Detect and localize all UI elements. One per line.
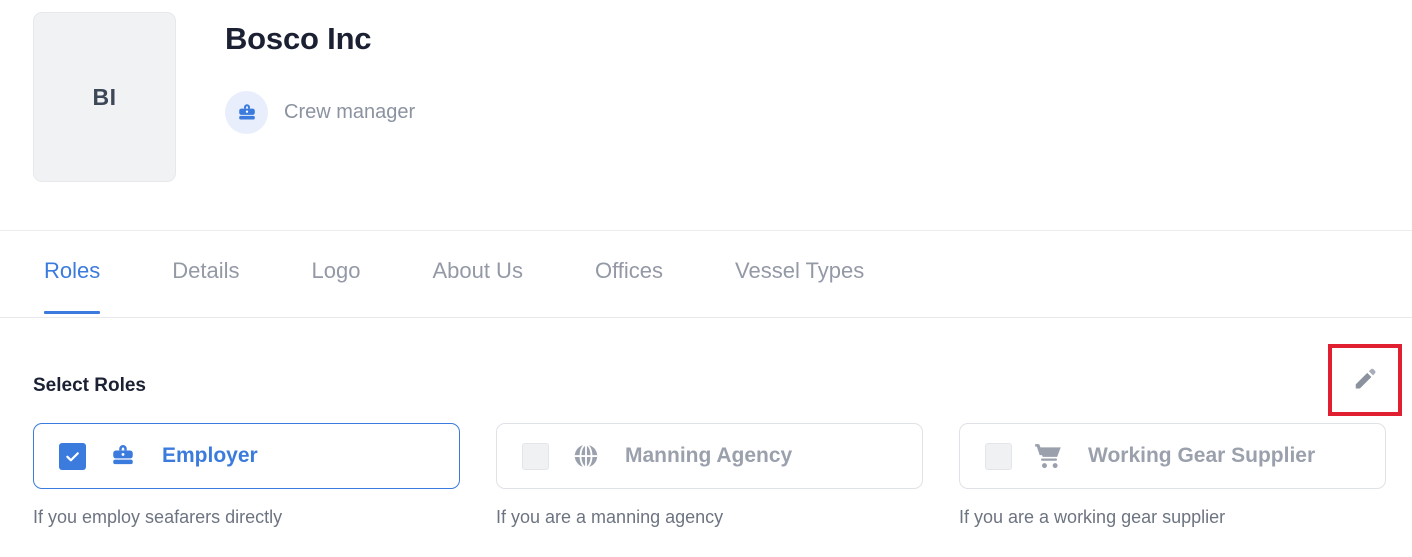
role-card-employer-column: Employer If you employ seafarers directl… bbox=[33, 423, 460, 528]
checkbox-manning-agency[interactable] bbox=[522, 442, 549, 470]
tab-details-label: Details bbox=[172, 258, 240, 283]
roles-panel: Select Roles Employer If you employ seaf… bbox=[0, 318, 1412, 557]
role-card-manning-agency[interactable]: Manning Agency bbox=[496, 423, 923, 489]
avatar: BI bbox=[33, 12, 176, 182]
role-card-employer-label: Employer bbox=[162, 444, 258, 467]
avatar-initials: BI bbox=[92, 83, 117, 110]
role-card-employer[interactable]: Employer bbox=[33, 423, 460, 489]
tab-vessel-types[interactable]: Vessel Types bbox=[735, 231, 864, 317]
section-title: Select Roles bbox=[33, 375, 146, 396]
tab-offices-label: Offices bbox=[594, 258, 664, 283]
profile-header: BI Bosco Inc Crew manager bbox=[0, 0, 1412, 231]
checkbox-employer[interactable] bbox=[59, 442, 86, 470]
tab-logo-label: Logo bbox=[311, 258, 361, 283]
page-title: Bosco Inc bbox=[225, 21, 372, 56]
checkbox-working-gear-supplier[interactable] bbox=[985, 442, 1012, 470]
tab-bar: Roles Details Logo About Us Offices Vess… bbox=[0, 231, 1412, 318]
role-card-manning-agency-label: Manning Agency bbox=[625, 444, 793, 467]
role-card-manning-agency-description: If you are a manning agency bbox=[496, 507, 724, 527]
pencil-icon bbox=[1350, 363, 1380, 398]
tab-about-us[interactable]: About Us bbox=[432, 231, 523, 317]
tab-logo[interactable]: Logo bbox=[312, 231, 361, 317]
tab-vessel-types-label: Vessel Types bbox=[735, 258, 865, 283]
edit-roles-button[interactable] bbox=[1328, 344, 1402, 416]
role-card-working-gear-supplier-column: Working Gear Supplier If you are a worki… bbox=[959, 423, 1386, 528]
role-cards: Employer If you employ seafarers directl… bbox=[33, 423, 1386, 528]
tab-details[interactable]: Details bbox=[172, 231, 239, 317]
company-profile-page: BI Bosco Inc Crew manager Roles Details bbox=[0, 0, 1412, 557]
role-card-working-gear-supplier-description: If you are a working gear supplier bbox=[959, 507, 1226, 527]
tab-roles-label: Roles bbox=[44, 258, 101, 283]
shopping-cart-icon bbox=[1032, 439, 1066, 473]
briefcase-icon bbox=[106, 439, 140, 473]
tab-roles[interactable]: Roles bbox=[44, 231, 101, 317]
tab-about-us-label: About Us bbox=[432, 258, 523, 283]
role-card-working-gear-supplier-label: Working Gear Supplier bbox=[1088, 444, 1316, 467]
role-card-manning-agency-column: Manning Agency If you are a manning agen… bbox=[496, 423, 923, 528]
tab-offices[interactable]: Offices bbox=[595, 231, 663, 317]
role-card-working-gear-supplier[interactable]: Working Gear Supplier bbox=[959, 423, 1386, 489]
company-role-label: Crew manager bbox=[284, 101, 416, 123]
globe-icon bbox=[569, 439, 603, 473]
briefcase-icon bbox=[225, 91, 268, 134]
role-card-employer-description: If you employ seafarers directly bbox=[33, 507, 283, 527]
company-role: Crew manager bbox=[225, 91, 415, 134]
